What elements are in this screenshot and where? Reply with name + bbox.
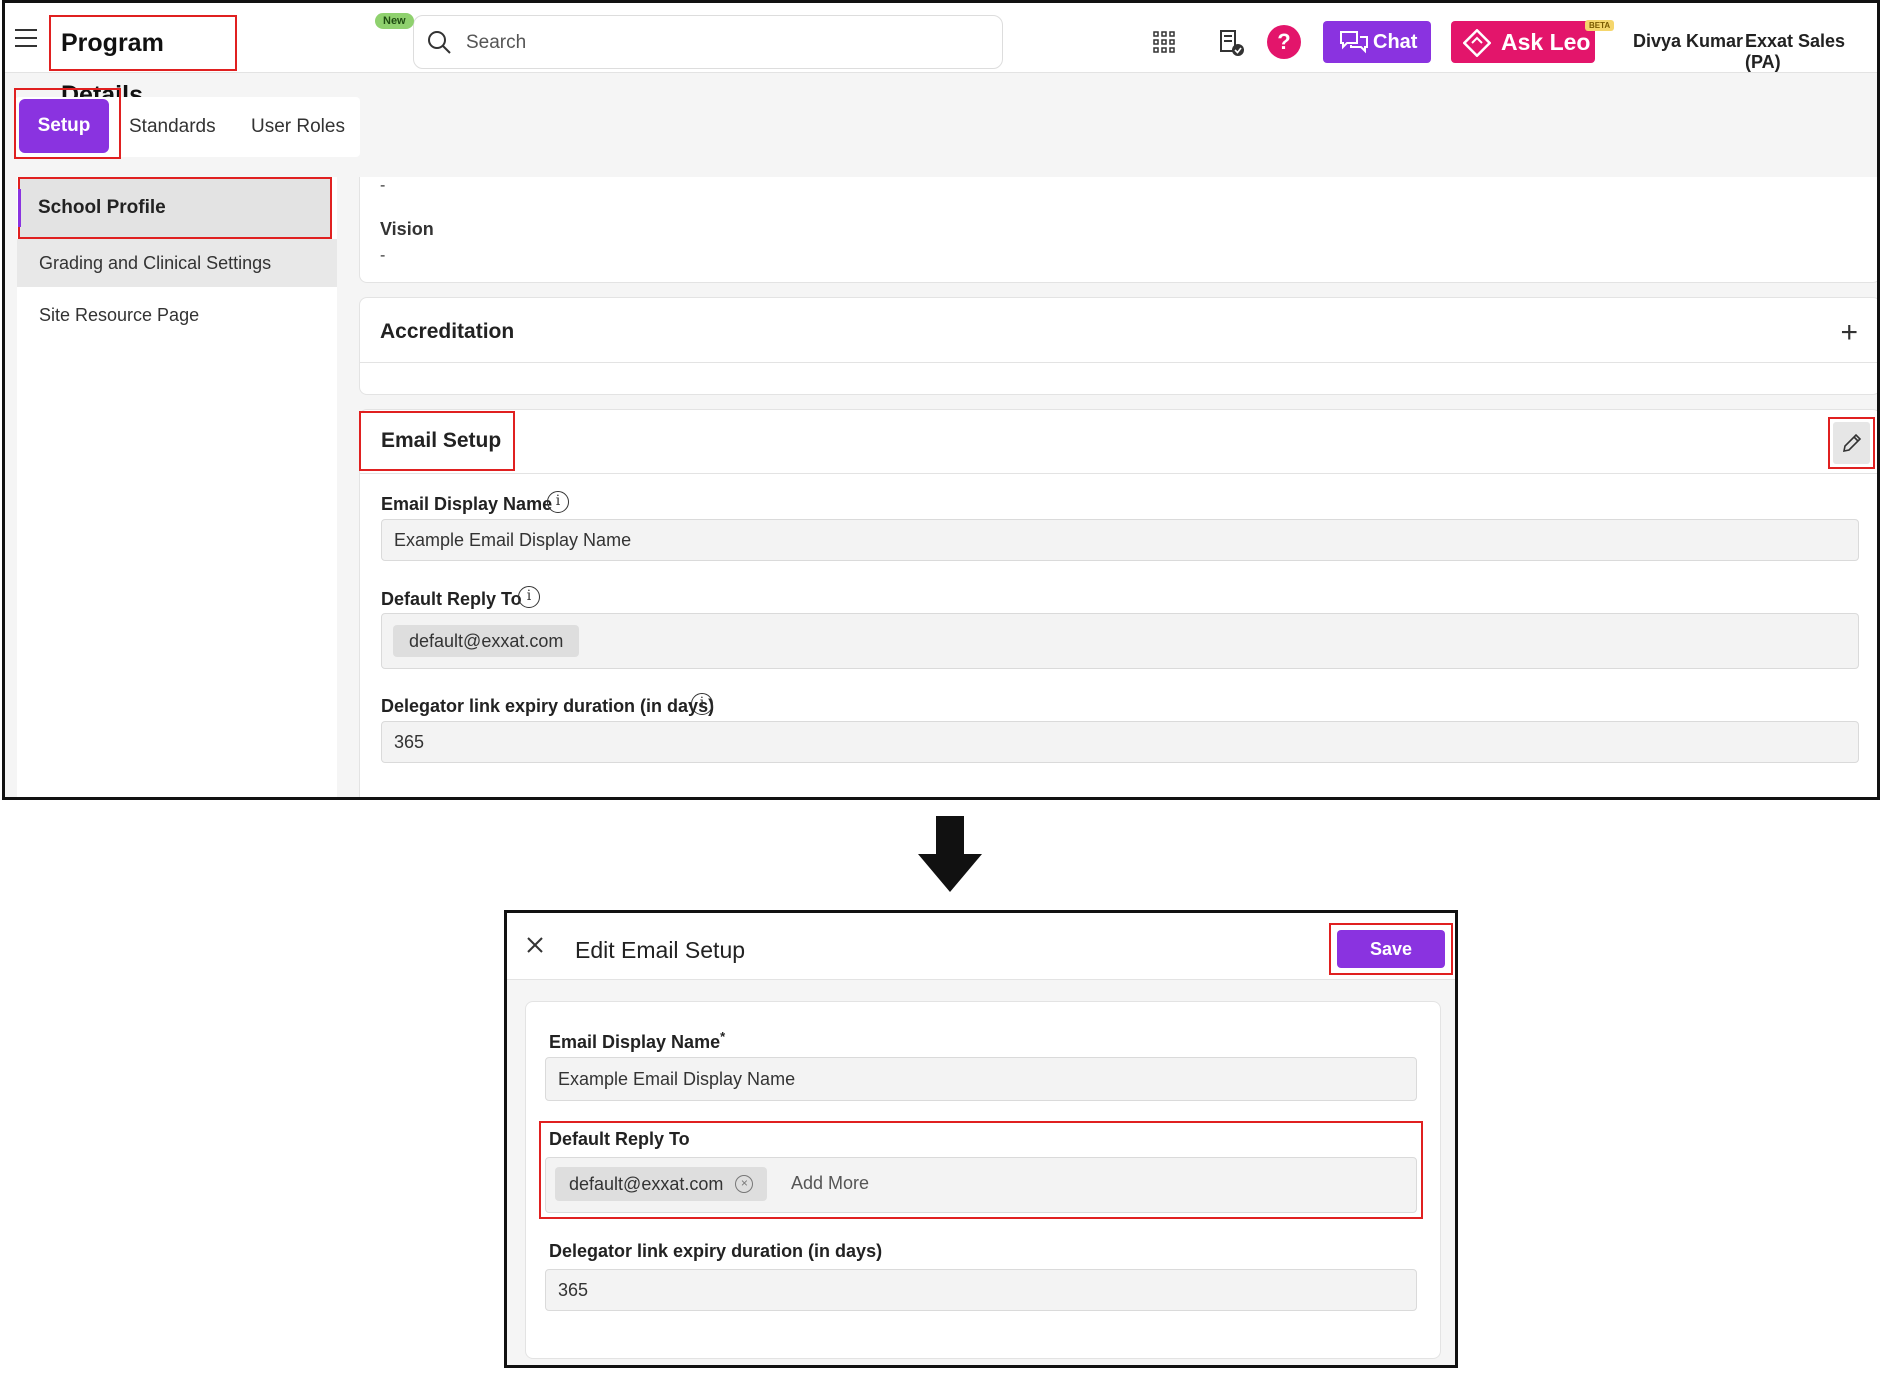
new-badge: New [375, 13, 414, 29]
profile-card: - Vision - [359, 177, 1877, 283]
chat-icon [1340, 31, 1368, 54]
tab-setup[interactable]: Setup [19, 99, 109, 153]
add-more-input[interactable]: Add More [791, 1173, 869, 1194]
accreditation-card: Accreditation + [359, 297, 1877, 395]
email-chip-label: default@exxat.com [569, 1174, 724, 1194]
pencil-icon[interactable] [1833, 422, 1870, 464]
document-check-icon[interactable] [1217, 29, 1245, 62]
default-reply-to-label: Default Reply To [381, 589, 522, 609]
delegator-expiry-field: 365 [381, 721, 1859, 763]
org-name[interactable]: Exxat Sales (PA) [1745, 31, 1877, 73]
info-icon[interactable]: i [547, 491, 569, 513]
default-reply-to-label: Default Reply To [549, 1129, 690, 1149]
vision-value: - [380, 247, 386, 264]
program-details-screenshot: Program Details New Search ? Chat Ask Le… [2, 0, 1880, 800]
info-icon[interactable]: i [518, 586, 540, 608]
modal-title: Edit Email Setup [575, 937, 746, 963]
profile-prev-value: - [380, 177, 386, 194]
close-icon[interactable] [525, 935, 545, 960]
down-arrow-icon [918, 816, 982, 892]
chat-button[interactable]: Chat [1323, 21, 1431, 63]
email-display-name-input[interactable]: Example Email Display Name [545, 1057, 1417, 1101]
edit-email-setup-modal: Edit Email Setup Save Email Display Name… [504, 910, 1458, 1368]
menu-icon[interactable] [15, 29, 37, 47]
search-placeholder: Search [466, 32, 527, 53]
search-input[interactable]: Search [413, 15, 1003, 69]
search-icon [426, 29, 452, 60]
page-title: Program Details [49, 15, 237, 109]
email-display-name-field: Example Email Display Name [381, 519, 1859, 561]
tab-user-roles[interactable]: User Roles [251, 116, 345, 138]
sidebar-item-site-resource[interactable]: Site Resource Page [17, 295, 337, 335]
accreditation-title: Accreditation [380, 320, 515, 343]
plus-icon[interactable]: + [1840, 318, 1858, 348]
tab-standards[interactable]: Standards [129, 116, 216, 138]
chat-button-label: Chat [1373, 31, 1418, 53]
email-chip: default@exxat.com [393, 625, 580, 657]
delegator-expiry-input[interactable]: 365 [545, 1269, 1417, 1311]
sidebar-item-grading[interactable]: Grading and Clinical Settings [17, 239, 337, 287]
user-name[interactable]: Divya Kumar [1633, 31, 1743, 52]
help-icon[interactable]: ? [1267, 25, 1301, 59]
delegator-expiry-label: Delegator link expiry duration (in days) [549, 1241, 883, 1261]
sidebar-item-school-profile[interactable]: School Profile [18, 177, 332, 239]
divider [359, 473, 1877, 474]
info-icon[interactable]: i [691, 693, 713, 715]
beta-badge: BETA [1585, 20, 1615, 31]
default-reply-to-field [381, 613, 1859, 669]
ask-leo-button[interactable]: Ask Leo [1451, 21, 1595, 63]
leo-logo-icon [1463, 29, 1491, 57]
email-setup-title: Email Setup [359, 411, 515, 471]
divider [360, 362, 1877, 363]
email-display-name-label: Email Display Name [381, 494, 553, 514]
email-chip: default@exxat.com × [555, 1167, 768, 1201]
apps-grid-icon[interactable] [1153, 31, 1175, 58]
required-mark: * [720, 1029, 726, 1044]
ask-leo-label: Ask Leo [1501, 29, 1591, 55]
top-bar: Program Details New Search ? Chat Ask Le… [5, 3, 1877, 109]
remove-chip-icon[interactable]: × [735, 1175, 754, 1193]
vision-label: Vision [380, 219, 434, 239]
save-button[interactable]: Save [1337, 930, 1445, 968]
delegator-expiry-label: Delegator link expiry duration (in days) [381, 696, 715, 716]
email-display-name-label: Email Display Name* [549, 1029, 726, 1052]
